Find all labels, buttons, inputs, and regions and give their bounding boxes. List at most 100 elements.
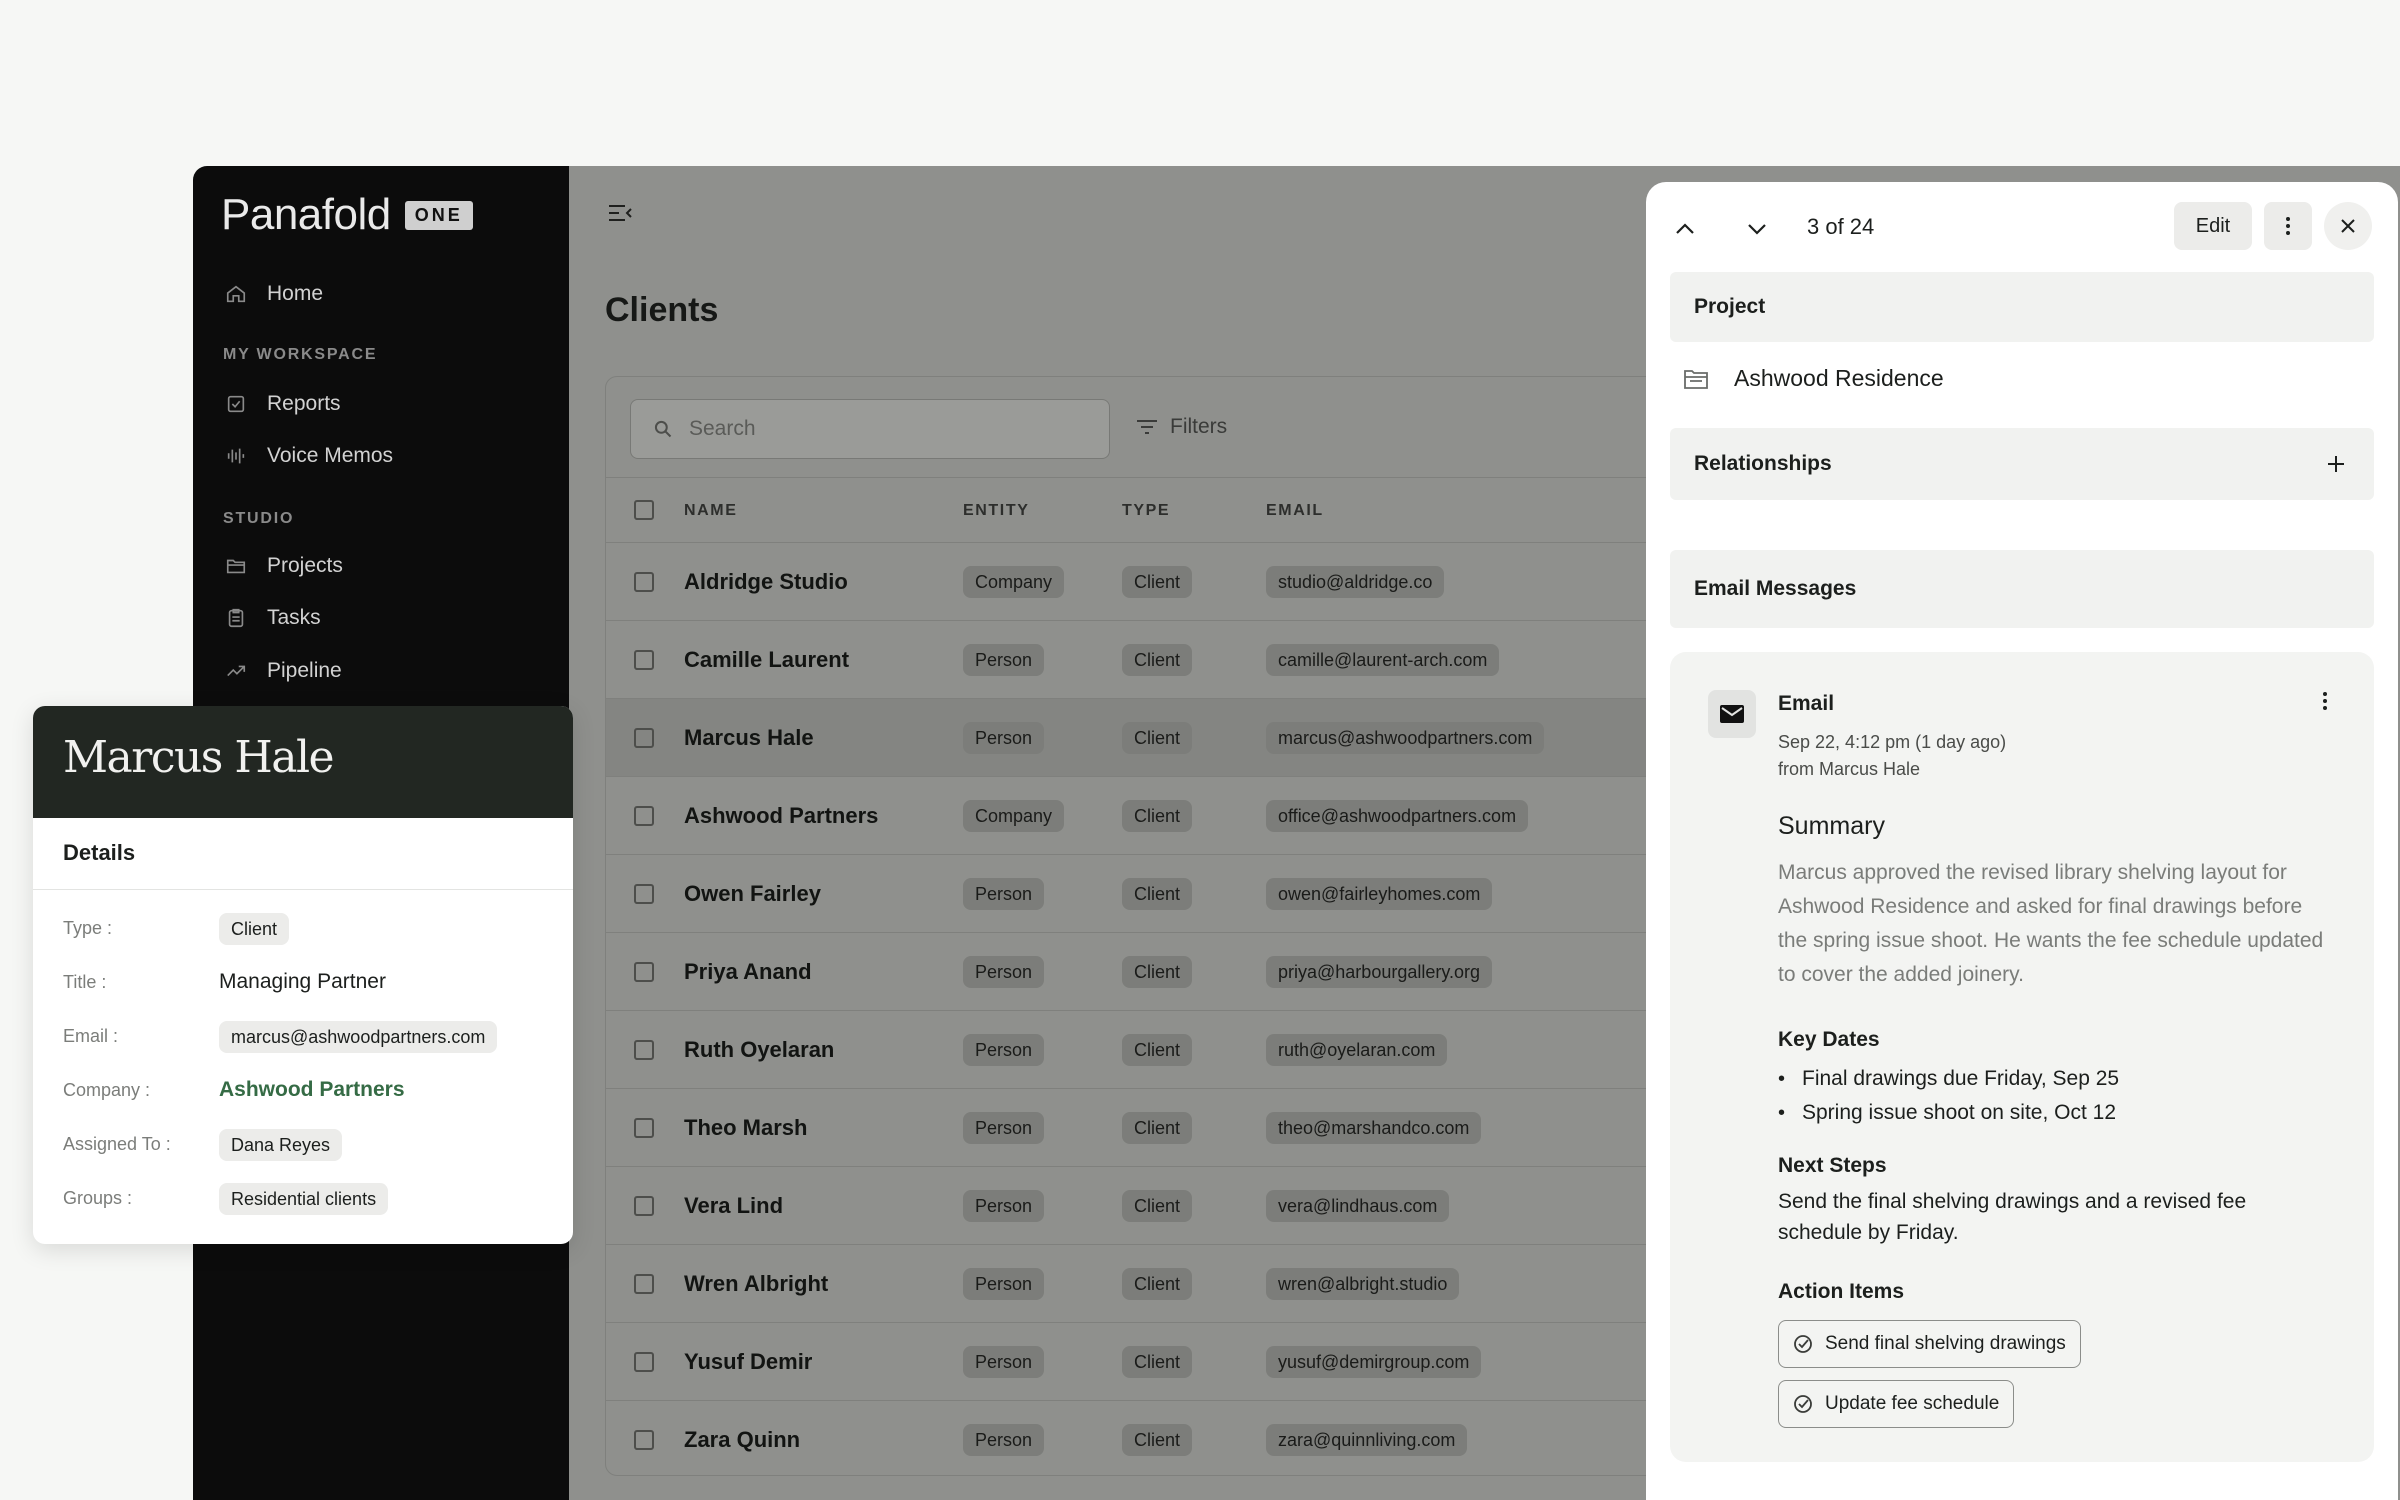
client-name[interactable]: Priya Anand [684,959,812,985]
type-badge: Client [1122,1034,1193,1066]
sidebar-item-tasks[interactable]: Tasks [225,606,321,630]
sidebar-item-projects[interactable]: Projects [225,554,343,578]
plus-icon[interactable] [2326,454,2346,474]
chevron-up-icon [1676,223,1694,234]
section-studio: STUDIO [223,510,295,527]
key-dates-heading: Key Dates [1778,1028,1880,1051]
previous-record-button[interactable] [1674,222,1696,241]
action-item-button[interactable]: Send final shelving drawings [1778,1320,2081,1368]
column-header-entity[interactable]: ENTITY [963,502,1030,520]
row-checkbox[interactable] [634,1118,654,1138]
entity-badge: Person [963,722,1045,754]
client-name[interactable]: Owen Fairley [684,881,821,907]
relationships-label: Relationships [1694,452,1832,475]
next-steps-heading: Next Steps [1778,1154,1887,1177]
assigned-to-label: Assigned To : [63,1134,171,1154]
chevron-down-icon [1748,224,1766,235]
column-header-type[interactable]: TYPE [1122,502,1170,520]
sidebar-item-label: Voice Memos [267,444,394,467]
client-name[interactable]: Zara Quinn [684,1427,800,1453]
row-checkbox[interactable] [634,1352,654,1372]
details-label: Details [63,840,136,865]
client-name[interactable]: Marcus Hale [684,725,814,751]
client-name[interactable]: Ashwood Partners [684,803,878,829]
key-dates-list: Final drawings due Friday, Sep 25 Spring… [1778,1062,2119,1130]
client-name[interactable]: Wren Albright [684,1271,828,1297]
company-label: Company : [63,1080,151,1100]
email-options-icon[interactable] [2322,690,2328,717]
contact-name: Marcus Hale [63,732,335,783]
filters-button[interactable]: Filters [1136,415,1227,439]
search-icon [654,420,672,438]
entity-badge: Company [963,800,1065,832]
sidebar-item-pipeline[interactable]: Pipeline [225,659,342,683]
next-record-button[interactable] [1746,222,1768,241]
email-badge: priya@harbourgallery.org [1266,956,1493,988]
next-steps-text: Send the final shelving drawings and a r… [1778,1190,2247,1244]
task-check-icon [1794,1395,1812,1413]
summary-text: Marcus approved the revised library shel… [1778,861,2324,986]
type-badge: Client [1122,1268,1193,1300]
type-label: Type : [63,918,113,938]
row-checkbox[interactable] [634,962,654,982]
type-badge: Client [1122,800,1193,832]
company-link[interactable]: Ashwood Partners [219,1078,405,1102]
more-options-button[interactable] [2264,202,2312,250]
kebab-icon [2286,217,2290,235]
edit-button[interactable]: Edit [2174,202,2252,250]
row-checkbox[interactable] [634,1430,654,1450]
contact-details-tab: Details [33,818,573,890]
detail-panel: 3 of 24 Edit Project Ashwood Residence R… [1646,182,2398,1500]
client-name[interactable]: Vera Lind [684,1193,783,1219]
groups-label: Groups : [63,1188,133,1208]
sidebar-item-home[interactable]: Home [225,282,323,306]
row-checkbox[interactable] [634,1274,654,1294]
client-name[interactable]: Theo Marsh [684,1115,807,1141]
action-item-button[interactable]: Update fee schedule [1778,1380,2015,1428]
client-name[interactable]: Camille Laurent [684,647,849,673]
select-all-checkbox[interactable] [634,500,654,520]
column-header-name[interactable]: NAME [684,502,738,520]
type-badge: Client [1122,1424,1193,1456]
type-badge: Client [1122,722,1193,754]
column-header-email[interactable]: EMAIL [1266,502,1324,520]
sidebar-item-label: Home [267,282,324,305]
action-item-label: Update fee schedule [1825,1393,2000,1414]
row-checkbox[interactable] [634,728,654,748]
project-link[interactable]: Ashwood Residence [1684,365,1944,392]
sidebar-item-voice-memos[interactable]: Voice Memos [225,444,393,468]
email-badge: yusuf@demirgroup.com [1266,1346,1482,1378]
type-chip: Client [219,913,290,945]
entity-badge: Person [963,644,1045,676]
row-checkbox[interactable] [634,806,654,826]
email-badge: camille@laurent-arch.com [1266,644,1500,676]
search-input[interactable]: Search [630,399,1110,459]
row-checkbox[interactable] [634,1040,654,1060]
collapse-sidebar-icon[interactable] [607,202,633,229]
client-name[interactable]: Aldridge Studio [684,569,848,595]
row-checkbox[interactable] [634,1196,654,1216]
sidebar-item-label: Tasks [267,606,321,629]
client-name[interactable]: Ruth Oyelaran [684,1037,834,1063]
type-badge: Client [1122,644,1193,676]
client-name[interactable]: Yusuf Demir [684,1349,812,1375]
email-badge: ruth@oyelaran.com [1266,1034,1448,1066]
group-chip[interactable]: Residential clients [219,1183,389,1215]
row-checkbox[interactable] [634,572,654,592]
sidebar-item-reports[interactable]: Reports [225,392,341,416]
email-chip[interactable]: marcus@ashwoodpartners.com [219,1021,498,1053]
email-badge: studio@aldridge.co [1266,566,1445,598]
section-my-workspace: MY WORKSPACE [223,346,378,363]
sidebar-item-label: Projects [267,554,343,577]
folder-icon [226,559,246,574]
trend-up-icon [227,665,246,677]
entity-badge: Person [963,956,1045,988]
email-messages-section-header: Email Messages [1670,550,2374,628]
assignee-chip[interactable]: Dana Reyes [219,1129,343,1161]
row-checkbox[interactable] [634,884,654,904]
close-panel-button[interactable] [2324,202,2372,250]
type-badge: Client [1122,1112,1193,1144]
email-card[interactable]: Email Sep 22, 4:12 pm (1 day ago) from M… [1670,652,2374,1462]
row-checkbox[interactable] [634,650,654,670]
title-label: Title : [63,972,107,992]
